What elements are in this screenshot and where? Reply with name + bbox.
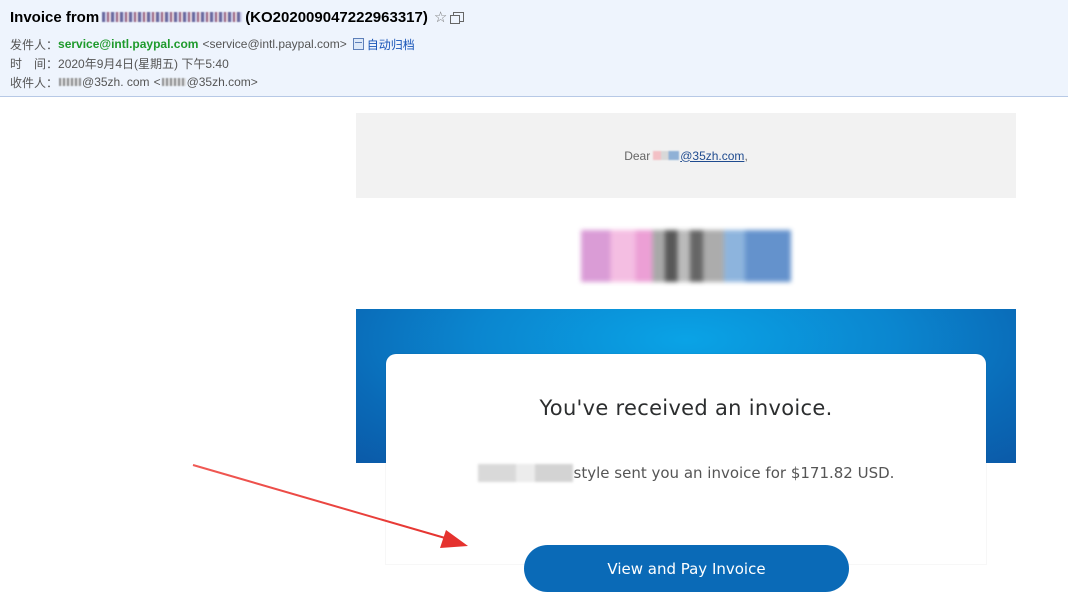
to-row: 收件人： @35zh. com < @35zh.com>: [10, 73, 258, 91]
star-icon[interactable]: ☆: [434, 8, 447, 26]
popout-window-icon[interactable]: [450, 12, 465, 24]
mail-header: Invoice from (KO202009047222963317) ☆ 发件…: [0, 0, 1068, 97]
subject-invoice-id: (KO202009047222963317): [245, 8, 428, 26]
time-row: 时 间： 2020年9月4日(星期五) 下午5:40: [10, 54, 229, 72]
sender-address: <service@intl.paypal.com>: [202, 37, 347, 51]
from-label: 发件人：: [10, 37, 59, 52]
greeting-email-link[interactable]: @35zh.com: [680, 149, 744, 163]
invoice-text-body: style sent you an invoice for $171.82 US…: [573, 464, 895, 482]
subject-prefix: Invoice from: [10, 8, 100, 26]
greeting-suffix: ,: [744, 148, 748, 163]
redacted-recipient-address: [161, 78, 186, 86]
auto-archive-link[interactable]: 自动归档: [352, 36, 415, 53]
recipient-domain[interactable]: @35zh. com: [82, 75, 150, 89]
recipient-address-domain: @35zh.com>: [186, 75, 258, 89]
view-and-pay-invoice-button[interactable]: View and Pay Invoice: [524, 545, 849, 592]
merchant-logo-area: [356, 198, 1016, 308]
greeting-prefix: Dear: [624, 148, 651, 163]
sender-name[interactable]: service@intl.paypal.com: [58, 37, 198, 51]
redacted-recipient: [59, 78, 82, 86]
time-value: 2020年9月4日(星期五) 下午5:40: [58, 56, 229, 71]
invoice-card: You've received an invoice. style sent y…: [386, 354, 986, 564]
time-label: 时 间：: [10, 56, 59, 71]
to-label: 收件人：: [10, 75, 59, 90]
recipient-address-prefix: <: [153, 75, 161, 89]
redacted-merchant-name: [477, 464, 573, 482]
archive-icon: [352, 38, 364, 50]
redacted-greeting-name: [653, 151, 680, 160]
from-row: 发件人： service@intl.paypal.com <service@in…: [10, 35, 415, 53]
greeting-box: Dear @35zh.com ,: [356, 113, 1016, 198]
invoice-text: style sent you an invoice for $171.82 US…: [386, 464, 986, 482]
redacted-sender-name: [102, 12, 243, 22]
archive-label: 自动归档: [366, 37, 415, 52]
invoice-title: You've received an invoice.: [539, 396, 833, 420]
merchant-logo: [581, 230, 791, 282]
email-subject: Invoice from (KO202009047222963317) ☆: [10, 6, 465, 28]
